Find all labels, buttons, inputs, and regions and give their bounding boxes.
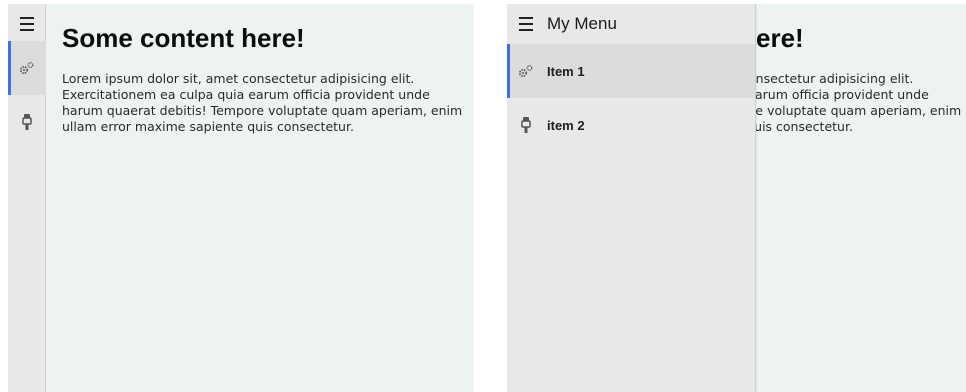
hamburger-menu-button[interactable] [8, 12, 46, 36]
plug-icon [22, 114, 32, 130]
hamburger-icon [20, 15, 34, 33]
menu-item-item-1[interactable]: Item 1 [507, 44, 755, 98]
gears-icon [518, 65, 533, 78]
collapsed-layout: Some content here! Lorem ipsum dolor sit… [8, 4, 474, 392]
menu-header: My Menu [507, 4, 755, 44]
hamburger-icon [519, 15, 533, 33]
menu-item-icon-wrap [507, 117, 545, 133]
menu-item-label: item 2 [547, 117, 585, 133]
nav-rail [8, 4, 46, 392]
content-heading: Some content here! [62, 23, 305, 53]
expanded-layout: Some content here! Lorem ipsum dolor sit… [507, 4, 966, 392]
menu-item-item-2[interactable]: item 2 [507, 98, 755, 152]
menu-item-icon-wrap [507, 64, 545, 78]
menu-title: My Menu [547, 14, 617, 33]
content-body: Lorem ipsum dolor sit, amet consectetur … [62, 70, 463, 135]
menu-item-label: Item 1 [547, 63, 585, 79]
content-area: Some content here! Lorem ipsum dolor sit… [62, 24, 467, 136]
hamburger-menu-button[interactable] [507, 4, 545, 44]
nav-item-item-1[interactable] [8, 41, 46, 95]
gears-icon [19, 62, 34, 75]
navigation-menu-panel: My Menu Item 1 item 2 [507, 4, 756, 392]
plug-icon [521, 117, 531, 133]
nav-item-item-2[interactable] [8, 95, 46, 149]
